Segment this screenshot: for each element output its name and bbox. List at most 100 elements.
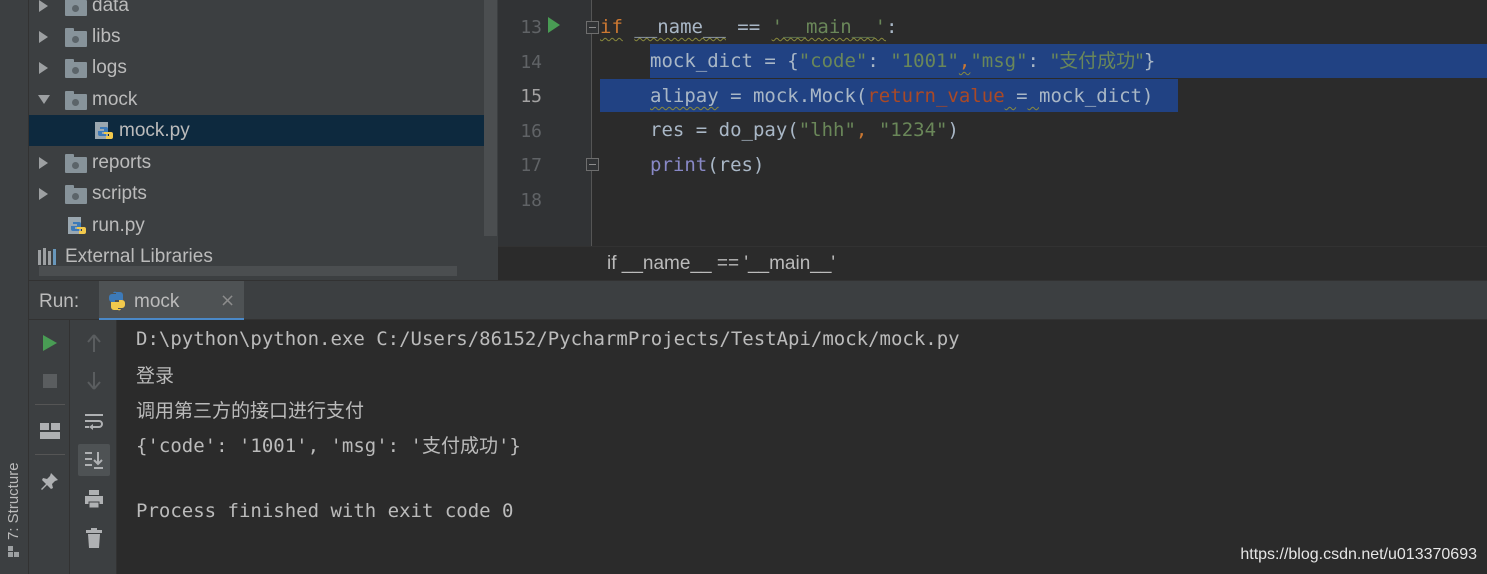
code-token: print — [650, 154, 708, 176]
code-token: return_value — [867, 85, 1005, 107]
project-tree-panel: data libs logs mock mock.py reports scri… — [29, 0, 498, 280]
left-tool-strip: 7: Structure — [0, 0, 29, 574]
structure-tool-tab[interactable]: 7: Structure — [4, 440, 26, 566]
tree-item-label: mock — [92, 88, 138, 110]
stop-button[interactable] — [35, 366, 65, 396]
tree-item-run-py[interactable]: run.py — [29, 210, 484, 241]
line-number: 18 — [520, 190, 542, 211]
run-toolbar-primary — [29, 320, 70, 574]
toolbar-separator — [35, 404, 65, 405]
folder-icon — [65, 91, 87, 110]
code-token: mock_dict — [1039, 85, 1142, 107]
expand-arrow-icon[interactable] — [39, 187, 48, 200]
fold-marker-icon[interactable] — [586, 21, 599, 34]
print-icon — [85, 490, 103, 509]
tree-item-logs[interactable]: logs — [29, 52, 484, 83]
run-tab-mock[interactable]: mock × — [99, 281, 244, 321]
code-token: = — [1016, 85, 1028, 107]
scroll-to-end-button[interactable] — [78, 444, 110, 476]
folder-icon — [65, 28, 87, 47]
expand-arrow-icon[interactable] — [39, 156, 48, 169]
fold-marker-icon[interactable] — [586, 158, 599, 171]
code-token: mock_dict = { — [650, 50, 799, 72]
run-tab-label: mock — [134, 291, 180, 312]
editor-gutter: 13 14 15 16 17 18 — [498, 0, 592, 246]
soft-wrap-button[interactable] — [79, 406, 109, 436]
tree-item-reports[interactable]: reports — [29, 147, 484, 178]
stop-icon — [43, 374, 57, 388]
code-token: = mock.Mock( — [718, 85, 868, 107]
run-toolbar-secondary — [70, 320, 117, 574]
code-token: __name__ — [634, 16, 726, 38]
watermark: https://blog.csdn.net/u013370693 — [1240, 546, 1477, 563]
code-line-17: print(res) — [650, 149, 764, 182]
horizontal-scrollbar[interactable] — [39, 266, 457, 276]
code-line-16: res = do_pay("lhh", "1234") — [650, 114, 959, 147]
line-number: 16 — [520, 121, 542, 142]
code-line-14: mock_dict = {"code": "1001","msg": "支付成功… — [650, 45, 1155, 78]
pin-icon — [41, 473, 58, 490]
expand-arrow-icon[interactable] — [39, 0, 48, 12]
clear-all-button[interactable] — [79, 523, 109, 553]
code-token: "支付成功" — [1050, 50, 1144, 72]
close-icon[interactable]: × — [220, 290, 235, 311]
python-icon — [109, 291, 125, 311]
tree-item-mock[interactable]: mock — [29, 84, 484, 115]
code-token: == — [725, 16, 772, 38]
tree-item-scripts[interactable]: scripts — [29, 178, 484, 209]
run-gutter-icon[interactable] — [548, 17, 560, 33]
tree-item-libs[interactable]: libs — [29, 21, 484, 52]
console-line: {'code': '1001', 'msg': '支付成功'} — [136, 435, 521, 457]
console-line: 登录 — [136, 365, 175, 387]
rerun-button[interactable] — [35, 328, 65, 358]
expand-arrow-icon[interactable] — [39, 61, 48, 74]
code-token: res = do_pay( — [650, 119, 799, 141]
console-line: Process finished with exit code 0 — [136, 500, 514, 522]
code-token: : — [886, 16, 898, 38]
code-token: ) — [947, 119, 959, 141]
line-number: 14 — [520, 52, 542, 73]
code-token: if — [600, 16, 623, 38]
library-icon — [38, 248, 56, 265]
console-line: 调用第三方的接口进行支付 — [136, 400, 365, 422]
scroll-down-button[interactable] — [79, 366, 109, 396]
run-console[interactable]: D:\python\python.exe C:/Users/86152/Pych… — [117, 320, 1487, 574]
tree-item-label: data — [92, 0, 129, 16]
code-line-13: if __name__ == '__main__': — [600, 11, 897, 44]
tree-item-label: run.py — [92, 214, 145, 236]
structure-tab-label: 7: Structure — [5, 462, 22, 540]
code-token: "1001" — [890, 50, 959, 72]
folder-icon — [65, 185, 87, 204]
code-token: "code" — [798, 50, 868, 72]
editor-breadcrumb[interactable]: if __name__ == '__main__' — [498, 246, 1487, 280]
python-file-icon — [95, 122, 113, 139]
tree-item-label: mock.py — [119, 119, 190, 141]
run-label: Run: — [39, 291, 80, 312]
code-token: , — [958, 50, 971, 72]
run-tool-window-header: Run: mock × — [29, 280, 1487, 321]
trash-icon — [86, 528, 102, 548]
code-editor[interactable]: 13 14 15 16 17 18 if __name__ == '__main… — [498, 0, 1487, 246]
arrow-down-icon — [87, 372, 101, 390]
structure-icon — [8, 546, 19, 557]
expand-arrow-icon[interactable] — [39, 30, 48, 43]
arrow-up-icon — [87, 334, 101, 352]
tree-item-mock-py[interactable]: mock.py — [29, 115, 484, 146]
collapse-arrow-icon[interactable] — [38, 95, 50, 104]
layout-button[interactable] — [35, 416, 65, 446]
soft-wrap-icon — [85, 414, 103, 430]
code-token: "msg" — [970, 50, 1028, 72]
code-token: "lhh" — [798, 119, 856, 141]
code-token: ) — [1141, 85, 1154, 107]
vertical-scrollbar[interactable] — [484, 0, 497, 236]
pin-button[interactable] — [35, 466, 65, 496]
tree-item-data[interactable]: data — [29, 0, 484, 21]
breadcrumb-item[interactable]: if __name__ == '__main__' — [607, 253, 835, 275]
code-token: '__main__' — [771, 16, 887, 38]
print-button[interactable] — [79, 484, 109, 514]
scroll-up-button[interactable] — [79, 328, 109, 358]
code-token: (res) — [707, 154, 765, 176]
toolbar-separator — [35, 454, 65, 455]
console-line: D:\python\python.exe C:/Users/86152/Pych… — [136, 328, 960, 350]
